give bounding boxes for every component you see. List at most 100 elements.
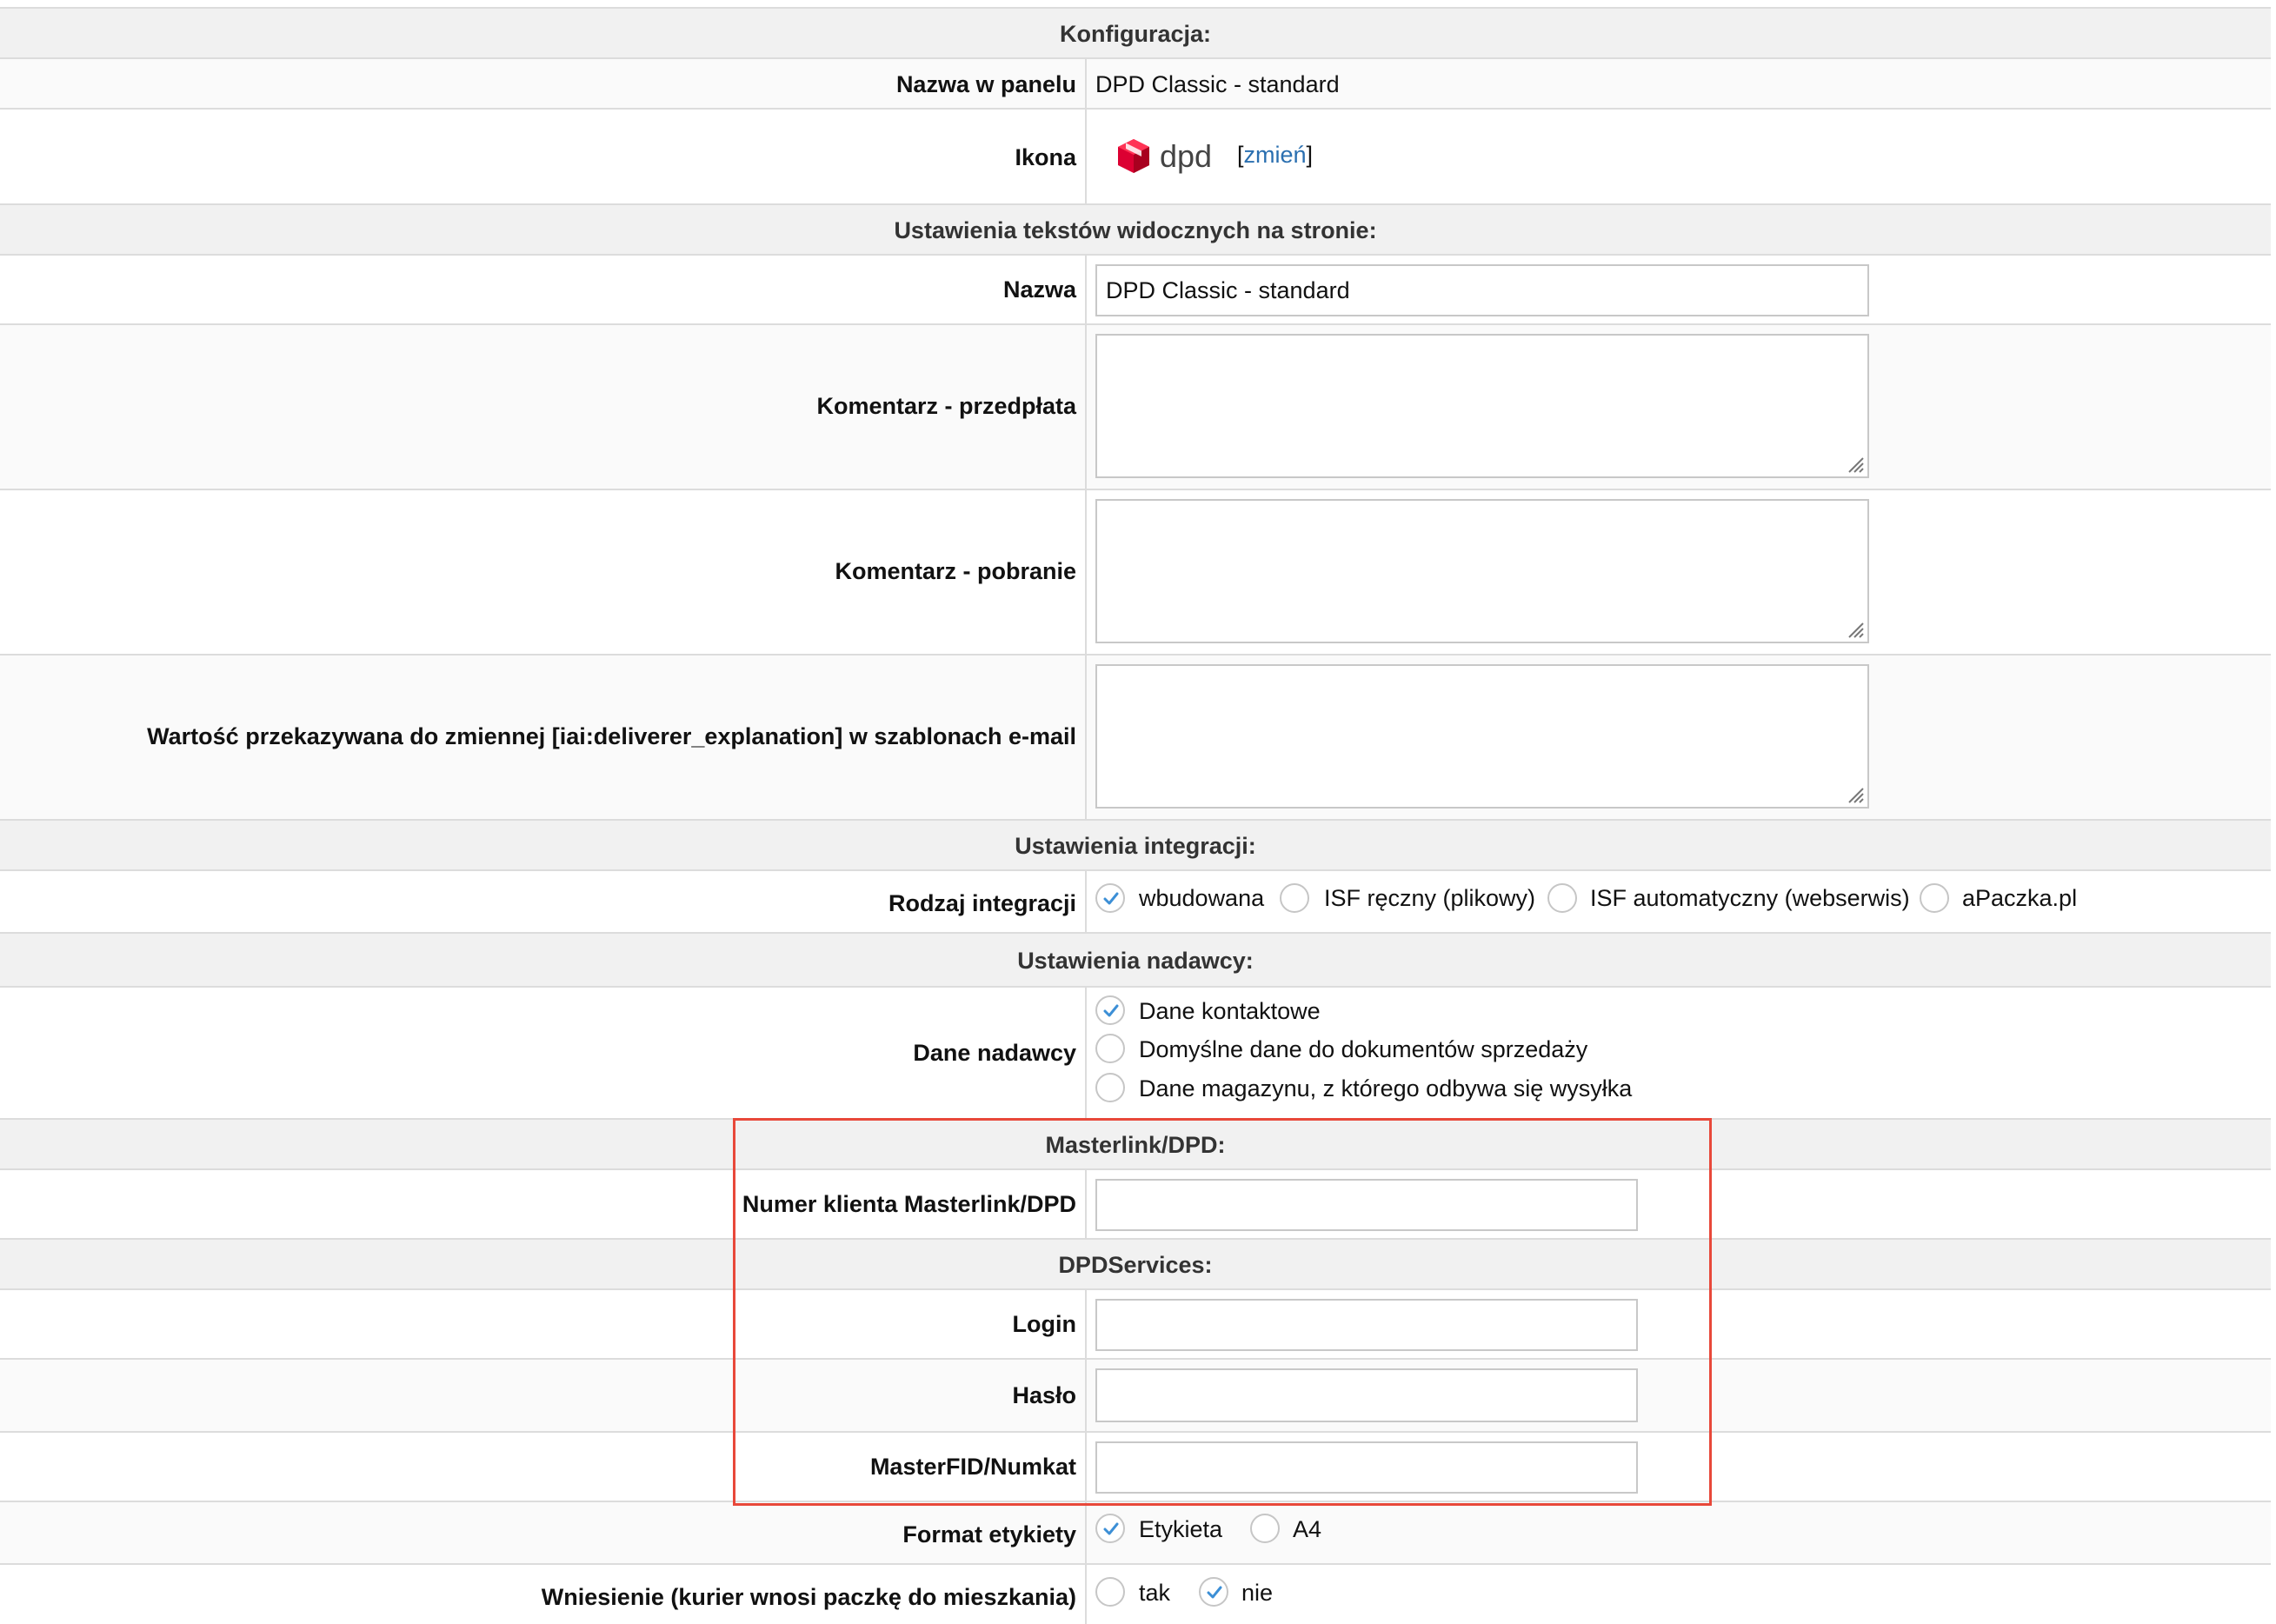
row-masterfid: MasterFID/Numkat: [0, 1431, 2271, 1501]
field-label: Komentarz - przedpłata: [816, 393, 1076, 419]
label-cell: Nazwa w panelu: [0, 59, 1087, 108]
value-cell: [1087, 656, 2271, 819]
section-title: Ustawienia integracji:: [1015, 833, 1256, 859]
row-name: Nazwa DPD Classic - standard: [0, 254, 2271, 323]
radio-label[interactable]: tak: [1139, 1580, 1170, 1607]
radio-label[interactable]: ISF automatyczny (webserwis): [1590, 885, 1910, 912]
section-title: Masterlink/DPD:: [1045, 1132, 1226, 1158]
label-cell: Rodzaj integracji: [0, 871, 1087, 932]
value-cell: DPD Classic - standard: [1087, 59, 2271, 108]
change-icon-link-wrap: [zmień]: [1237, 142, 1313, 169]
field-label: Wartość przekazywana do zmiennej [iai:de…: [147, 723, 1076, 749]
section-title: Konfiguracja:: [1059, 21, 1211, 47]
name-input-value: DPD Classic - standard: [1106, 276, 1350, 303]
field-label: Rodzaj integracji: [888, 890, 1076, 916]
label-cell: Wniesienie (kurier wnosi paczkę do miesz…: [0, 1565, 1087, 1624]
radio-label[interactable]: aPaczka.pl: [1962, 885, 2077, 912]
radio-format-label[interactable]: [1095, 1514, 1125, 1543]
value-cell: wbudowana ISF ręczny (plikowy) ISF autom…: [1087, 871, 2271, 932]
value-cell: [1087, 1433, 2271, 1501]
value-cell: DPD Classic - standard: [1087, 256, 2271, 323]
value-cell: [1087, 490, 2271, 654]
value-cell: dpd [zmień]: [1087, 110, 2271, 203]
section-header-sender: Ustawienia nadawcy:: [0, 932, 2271, 986]
field-label: Numer klienta Masterlink/DPD: [742, 1191, 1076, 1217]
field-label: Login: [1012, 1311, 1076, 1337]
value-cell: Dane kontaktowe Domyślne dane do dokumen…: [1087, 988, 2271, 1118]
radio-label[interactable]: Dane kontaktowe: [1139, 998, 1321, 1025]
value-cell: Etykieta A4: [1087, 1502, 2271, 1563]
label-cell: Login: [0, 1290, 1087, 1358]
value-cell: tak nie: [1087, 1565, 2271, 1624]
section-title: DPDServices:: [1058, 1252, 1213, 1278]
row-comment-prepaid: Komentarz - przedpłata: [0, 323, 2271, 489]
section-header-masterlink: Masterlink/DPD:: [0, 1118, 2271, 1168]
label-cell: Dane nadawcy: [0, 988, 1087, 1118]
label-cell: MasterFID/Numkat: [0, 1433, 1087, 1501]
radio-integration-isf-auto[interactable]: [1547, 883, 1577, 913]
value-cell: [1087, 1170, 2271, 1238]
bracket-close: ]: [1306, 142, 1314, 168]
value-cell: [1087, 325, 2271, 489]
label-cell: Hasło: [0, 1360, 1087, 1431]
radio-label[interactable]: nie: [1241, 1580, 1273, 1607]
label-cell: Wartość przekazywana do zmiennej [iai:de…: [0, 656, 1087, 819]
value-cell: [1087, 1360, 2271, 1431]
panel-name-value: DPD Classic - standard: [1095, 71, 1340, 97]
label-cell: Nazwa: [0, 256, 1087, 323]
radio-label[interactable]: wbudowana: [1139, 885, 1264, 912]
row-deliverer-explanation: Wartość przekazywana do zmiennej [iai:de…: [0, 654, 2271, 819]
radio-label[interactable]: Dane magazynu, z którego odbywa się wysy…: [1139, 1075, 1632, 1102]
section-title: Ustawienia nadawcy:: [1017, 948, 1254, 974]
change-icon-link[interactable]: zmień: [1244, 142, 1307, 168]
field-label: Nazwa w panelu: [895, 71, 1076, 97]
login-input[interactable]: [1095, 1299, 1638, 1351]
radio-integration-isf-manual[interactable]: [1280, 883, 1309, 913]
radio-integration-apaczka[interactable]: [1920, 883, 1949, 913]
field-label: Komentarz - pobranie: [835, 558, 1076, 584]
radio-sender-contact[interactable]: [1095, 995, 1125, 1025]
checkmark-icon: [1103, 1004, 1119, 1017]
checkmark-icon: [1103, 892, 1119, 905]
row-client-number: Numer klienta Masterlink/DPD: [0, 1168, 2271, 1238]
section-header-texts: Ustawienia tekstów widocznych na stronie…: [0, 203, 2271, 254]
radio-carry-in-yes[interactable]: [1095, 1577, 1125, 1607]
row-icon: Ikona dpd [zmień]: [0, 108, 2271, 203]
masterfid-input[interactable]: [1095, 1441, 1638, 1494]
section-header-integration: Ustawienia integracji:: [0, 819, 2271, 869]
radio-label[interactable]: ISF ręczny (plikowy): [1324, 885, 1535, 912]
field-label: Wniesienie (kurier wnosi paczkę do miesz…: [541, 1584, 1076, 1610]
label-cell: Ikona: [0, 110, 1087, 203]
comment-cod-textarea[interactable]: [1095, 499, 1869, 643]
row-password: Hasło: [0, 1358, 2271, 1431]
radio-format-a4[interactable]: [1250, 1514, 1280, 1543]
field-label: Dane nadawcy: [913, 1040, 1076, 1066]
comment-prepaid-textarea[interactable]: [1095, 334, 1869, 478]
checkmark-icon: [1103, 1522, 1119, 1535]
row-carry-in: Wniesienie (kurier wnosi paczkę do miesz…: [0, 1563, 2271, 1624]
client-number-input[interactable]: [1095, 1179, 1638, 1231]
row-label-format: Format etykiety Etykieta A4: [0, 1501, 2271, 1563]
svg-text:dpd: dpd: [1160, 138, 1212, 174]
deliverer-explanation-textarea[interactable]: [1095, 664, 1869, 809]
row-panel-name: Nazwa w panelu DPD Classic - standard: [0, 57, 2271, 108]
field-label: Nazwa: [1002, 276, 1076, 303]
section-header-dpdservices: DPDServices:: [0, 1238, 2271, 1288]
name-input[interactable]: DPD Classic - standard: [1095, 264, 1869, 316]
radio-label[interactable]: A4: [1293, 1516, 1321, 1543]
radio-sender-warehouse[interactable]: [1095, 1073, 1125, 1102]
radio-label[interactable]: Etykieta: [1139, 1516, 1222, 1543]
section-title: Ustawienia tekstów widocznych na stronie…: [894, 217, 1377, 243]
radio-label[interactable]: Domyślne dane do dokumentów sprzedaży: [1139, 1036, 1587, 1063]
label-cell: Komentarz - pobranie: [0, 490, 1087, 654]
row-sender-data: Dane nadawcy Dane kontaktowe Domyślne da…: [0, 986, 2271, 1118]
radio-carry-in-no[interactable]: [1199, 1577, 1228, 1607]
row-login: Login: [0, 1288, 2271, 1358]
radio-integration-builtin[interactable]: [1095, 883, 1125, 913]
radio-sender-default-docs[interactable]: [1095, 1034, 1125, 1063]
row-comment-cod: Komentarz - pobranie: [0, 489, 2271, 654]
password-input[interactable]: [1095, 1368, 1638, 1422]
label-cell: Komentarz - przedpłata: [0, 325, 1087, 489]
resize-handle-icon: [1848, 788, 1864, 803]
dpd-cube-icon: [1118, 139, 1149, 173]
